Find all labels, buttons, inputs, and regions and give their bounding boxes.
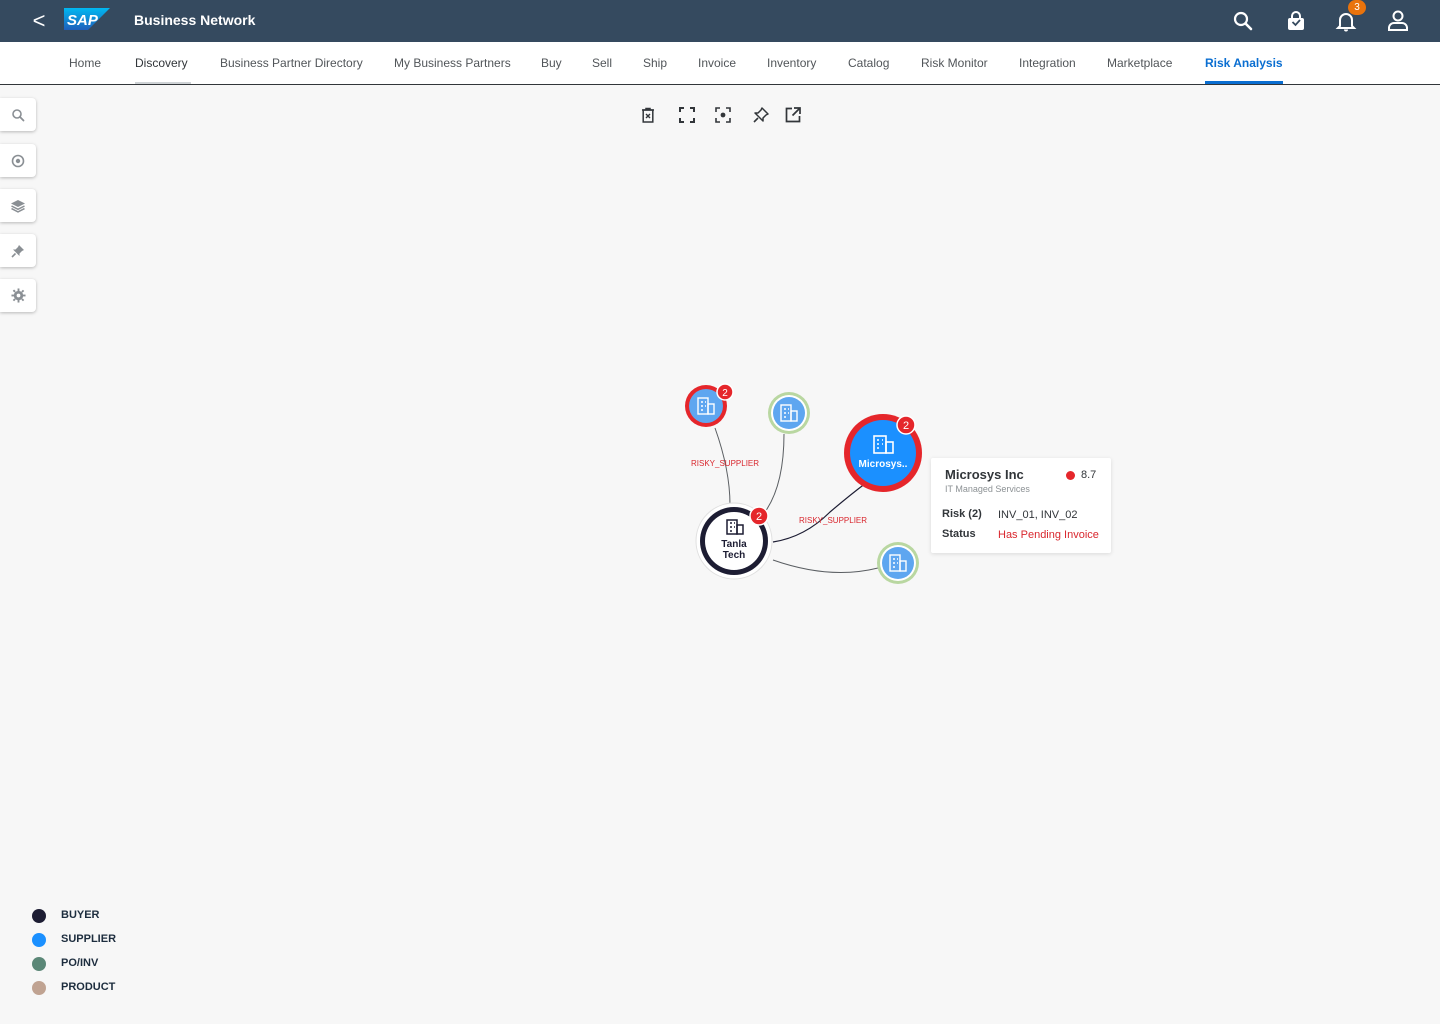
node-label: Tech	[723, 550, 746, 561]
shopping-bag-button[interactable]	[1282, 7, 1310, 35]
risk-value: INV_01, INV_02	[998, 509, 1078, 521]
legend-dot-buyer	[32, 909, 46, 923]
risk-score: 8.7	[1081, 469, 1097, 481]
supplier-node[interactable]	[768, 392, 810, 434]
user-icon	[1388, 10, 1408, 31]
node-badge: 2	[722, 388, 728, 399]
edge-label: RISKY_SUPPLIER	[691, 459, 759, 468]
shopping-bag-icon	[1288, 11, 1304, 30]
network-graph[interactable]: RISKY_SUPPLIER RISKY_SUPPLIER 2 Microsys…	[0, 85, 1440, 1024]
tab-buy[interactable]: Buy	[541, 42, 562, 84]
card-subtitle: IT Managed Services	[945, 484, 1030, 494]
card-title: Microsys Inc	[945, 467, 1024, 482]
sap-logo-text: SAP	[67, 12, 99, 29]
risk-label: Risk (2)	[942, 508, 982, 520]
graph-edge	[764, 433, 785, 513]
notification-count-badge: 3	[1348, 0, 1366, 15]
tab-risk-analysis[interactable]: Risk Analysis	[1205, 42, 1283, 84]
tab-sell[interactable]: Sell	[592, 42, 612, 84]
tab-home[interactable]: Home	[69, 42, 101, 84]
legend-dot-product	[32, 981, 46, 995]
legend-label-buyer: BUYER	[61, 909, 100, 921]
shell-bar: < SAP Business Network 3	[0, 0, 1440, 42]
graph-edge	[772, 482, 867, 543]
node-label: Tanla	[721, 539, 747, 550]
node-details-card: Microsys Inc IT Managed Services 8.7 Ris…	[931, 458, 1111, 553]
tab-catalog[interactable]: Catalog	[848, 42, 889, 84]
legend-label-product: PRODUCT	[61, 981, 116, 993]
supplier-node[interactable]: 2	[685, 383, 734, 427]
edge-label: RISKY_SUPPLIER	[799, 516, 867, 525]
legend-dot-supplier	[32, 933, 46, 947]
tab-ship[interactable]: Ship	[643, 42, 667, 84]
node-label: Microsys..	[859, 459, 908, 470]
tab-invoice[interactable]: Invoice	[698, 42, 736, 84]
tab-inventory[interactable]: Inventory	[767, 42, 816, 84]
selected-supplier-node[interactable]: Microsys.. 2	[844, 414, 922, 492]
buyer-node[interactable]: Tanla Tech 2	[695, 502, 773, 580]
status-label: Status	[942, 528, 976, 540]
tab-business-partner-directory[interactable]: Business Partner Directory	[220, 42, 363, 84]
search-button[interactable]	[1229, 7, 1257, 35]
tab-my-business-partners[interactable]: My Business Partners	[394, 42, 511, 84]
legend-label-supplier: SUPPLIER	[61, 933, 117, 945]
legend-dot-po-inv	[32, 957, 46, 971]
node-badge: 2	[903, 420, 909, 432]
app-title: Business Network	[134, 12, 256, 28]
tab-risk-monitor[interactable]: Risk Monitor	[921, 42, 988, 84]
back-button[interactable]: <	[28, 8, 50, 34]
graph-edge	[772, 559, 879, 573]
status-value: Has Pending Invoice	[998, 529, 1099, 541]
top-navigation: Home Discovery Business Partner Director…	[0, 42, 1440, 85]
tab-discovery[interactable]: Discovery	[135, 42, 191, 84]
search-icon	[1233, 11, 1253, 31]
sap-logo[interactable]: SAP	[64, 8, 110, 30]
user-profile-button[interactable]	[1384, 7, 1412, 35]
risk-status-dot	[1066, 471, 1075, 480]
legend-label-po-inv: PO/INV	[61, 957, 99, 969]
tab-marketplace[interactable]: Marketplace	[1107, 42, 1172, 84]
node-badge: 2	[756, 511, 762, 523]
tab-integration[interactable]: Integration	[1019, 42, 1076, 84]
supplier-node[interactable]	[877, 542, 919, 584]
